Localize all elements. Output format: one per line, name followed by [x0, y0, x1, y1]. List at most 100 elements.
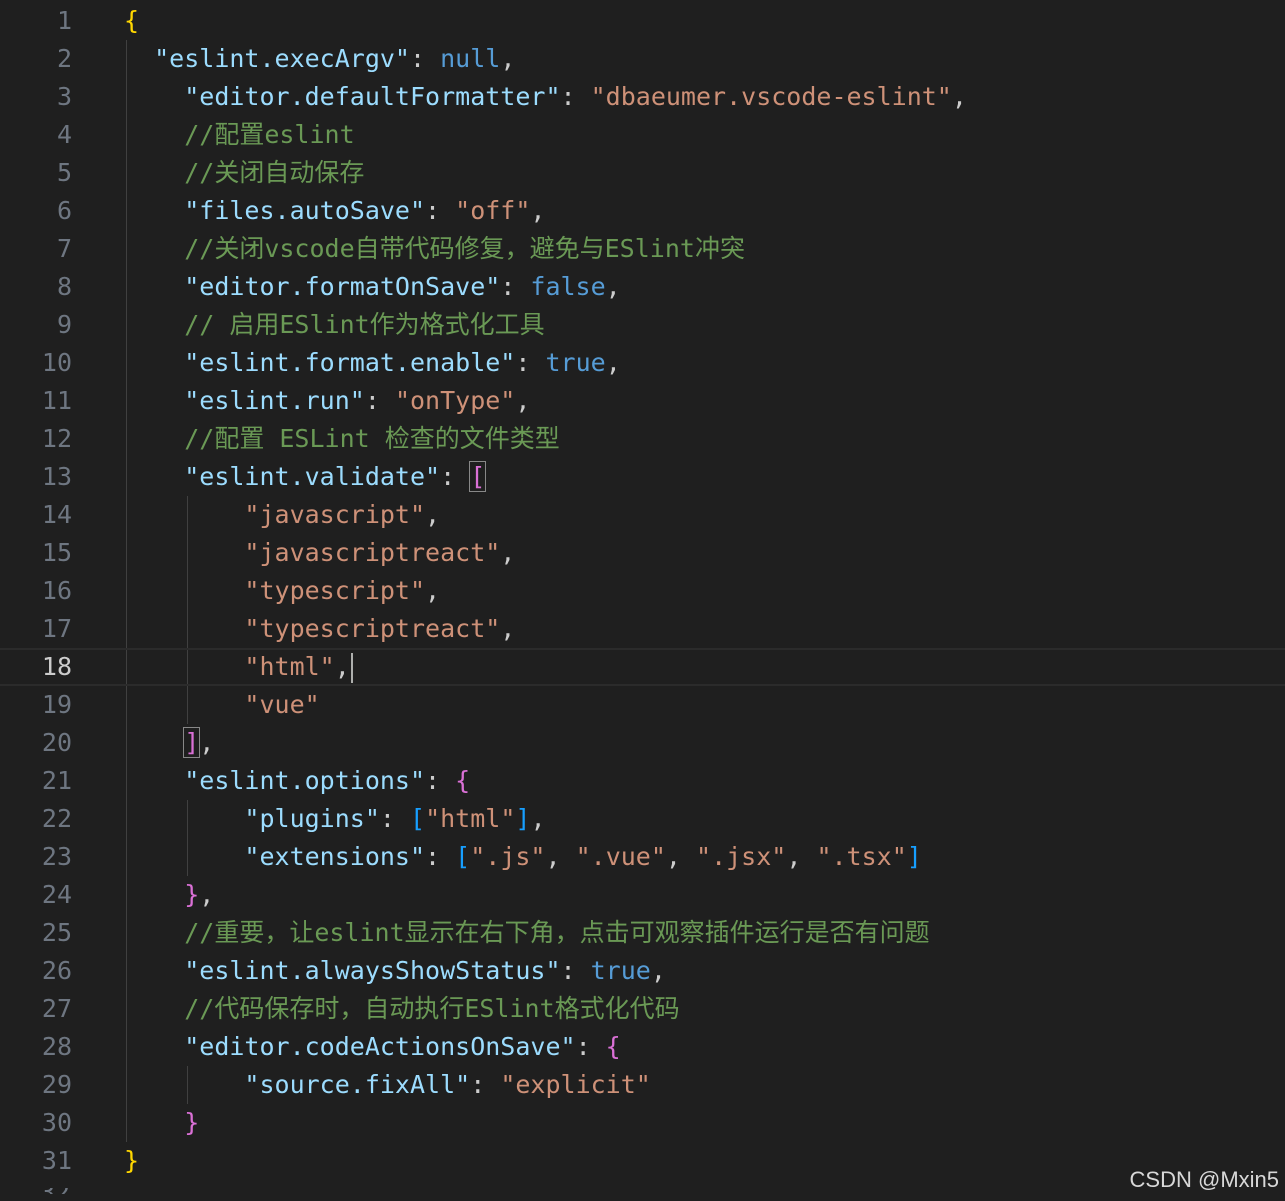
json-literal: true [590, 956, 651, 985]
line-content: "javascript", [124, 496, 440, 534]
punctuation: , [530, 196, 546, 225]
code-line[interactable]: 14 "javascript", [0, 496, 1285, 534]
punctuation: : [440, 462, 471, 491]
code-line[interactable]: 6 "files.autoSave": "off", [0, 192, 1285, 230]
punctuation: : [409, 44, 441, 73]
bracket: [ [455, 842, 471, 871]
code-line[interactable]: 25 //重要，让eslint显示在右下角，点击可观察插件运行是否有问题 [0, 914, 1285, 952]
line-number: 2 [56, 44, 72, 73]
line-content: //关闭vscode自带代码修复，避免与ESlint冲突 [124, 230, 745, 268]
code-line[interactable]: 24 }, [0, 876, 1285, 914]
line-number: 6 [56, 196, 72, 225]
line-content: //配置eslint [124, 116, 354, 154]
code-line[interactable]: 2 "eslint.execArgv": null, [0, 40, 1285, 78]
code-line[interactable]: 20 ], [0, 724, 1285, 762]
json-key: "source.fixAll" [244, 1070, 471, 1099]
code-line[interactable]: 26 "eslint.alwaysShowStatus": true, [0, 952, 1285, 990]
matched-bracket: ] [183, 727, 201, 758]
punctuation: , [650, 956, 666, 985]
punctuation: : [425, 766, 456, 795]
line-content: "editor.defaultFormatter": "dbaeumer.vsc… [124, 78, 967, 116]
code-line[interactable]: 19 "vue" [0, 686, 1285, 724]
line-content: "eslint.options": { [124, 762, 470, 800]
code-line[interactable]: 22 "plugins": ["html"], [0, 800, 1285, 838]
json-key: "plugins" [244, 804, 380, 833]
code-line[interactable]: 17 "typescriptreact", [0, 610, 1285, 648]
line-number: 30 [41, 1108, 72, 1137]
json-literal: false [530, 272, 606, 301]
line-number: 26 [41, 956, 72, 985]
punctuation: : [560, 82, 591, 111]
code-line[interactable]: 13 "eslint.validate": [ [0, 458, 1285, 496]
line-number: 7 [56, 234, 72, 263]
json-string: "off" [455, 196, 531, 225]
json-string: "typescript" [244, 576, 426, 605]
json-string: "explicit" [500, 1070, 651, 1099]
code-line[interactable]: 3 "editor.defaultFormatter": "dbaeumer.v… [0, 78, 1285, 116]
code-line[interactable]: 15 "javascriptreact", [0, 534, 1285, 572]
punctuation: , [500, 614, 516, 643]
code-line[interactable]: 4 //配置eslint [0, 116, 1285, 154]
code-line[interactable]: 10 "eslint.format.enable": true, [0, 344, 1285, 382]
code-line[interactable]: 9 // 启用ESlint作为格式化工具 [0, 306, 1285, 344]
line-number: 15 [41, 538, 72, 567]
code-line[interactable]: 29 "source.fixAll": "explicit" [0, 1066, 1285, 1104]
code-line[interactable]: 1{ [0, 2, 1285, 40]
code-line[interactable]: 28 "editor.codeActionsOnSave": { [0, 1028, 1285, 1066]
code-editor[interactable]: 1{2 "eslint.execArgv": null, 3 "editor.de… [0, 0, 1285, 1201]
code-line[interactable]: 11 "eslint.run": "onType", [0, 382, 1285, 420]
line-content: "typescriptreact", [124, 610, 515, 648]
code-line[interactable]: 27 //代码保存时，自动执行ESlint格式化代码 [0, 990, 1285, 1028]
code-line[interactable]: 12 //配置 ESLint 检查的文件类型 [0, 420, 1285, 458]
code-line[interactable]: 7 //关闭vscode自带代码修复，避免与ESlint冲突 [0, 230, 1285, 268]
line-content: "html", [124, 650, 353, 684]
json-string: ".tsx" [816, 842, 907, 871]
line-content: }, [124, 876, 214, 914]
code-line[interactable]: 5 //关闭自动保存 [0, 154, 1285, 192]
line-content: "extensions": [".js", ".vue", ".jsx", ".… [124, 838, 921, 876]
json-key: "eslint.run" [184, 386, 365, 415]
line-content: //关闭自动保存 [124, 154, 364, 192]
json-literal: true [545, 348, 606, 377]
json-key: "editor.defaultFormatter" [184, 82, 561, 111]
code-line[interactable]: 21 "eslint.options": { [0, 762, 1285, 800]
code-line[interactable]: 16 "typescript", [0, 572, 1285, 610]
json-key: "eslint.validate" [184, 462, 441, 491]
line-number: 22 [41, 804, 72, 833]
json-string: "html" [425, 804, 516, 833]
code-line[interactable]: 23 "extensions": [".js", ".vue", ".jsx",… [0, 838, 1285, 876]
punctuation: , [605, 348, 621, 377]
code-line[interactable]: 18 "html", [0, 648, 1285, 686]
code-line[interactable]: 30 } [0, 1104, 1285, 1142]
json-string: "dbaeumer.vscode-eslint" [590, 82, 952, 111]
line-content: //重要，让eslint显示在右下角，点击可观察插件运行是否有问题 [124, 914, 930, 952]
punctuation: : [575, 1032, 606, 1061]
line-number: 12 [41, 424, 72, 453]
line-number: 8 [56, 272, 72, 301]
line-number: 24 [41, 880, 72, 909]
punctuation: : [379, 804, 410, 833]
punctuation: , [951, 82, 967, 111]
line-number: 10 [41, 348, 72, 377]
line-number: 23 [41, 842, 72, 871]
line-content: "eslint.execArgv": null, [124, 40, 515, 78]
json-string: "html" [244, 652, 335, 681]
code-line[interactable]: 8 "editor.formatOnSave": false, [0, 268, 1285, 306]
comment: //重要，让eslint显示在右下角，点击可观察插件运行是否有问题 [184, 918, 930, 947]
code-line[interactable]: 31} [0, 1142, 1285, 1180]
line-content: } [124, 1142, 139, 1180]
punctuation: : [425, 842, 456, 871]
comment: //关闭vscode自带代码修复，避免与ESlint冲突 [184, 234, 745, 263]
line-number: 16 [41, 576, 72, 605]
